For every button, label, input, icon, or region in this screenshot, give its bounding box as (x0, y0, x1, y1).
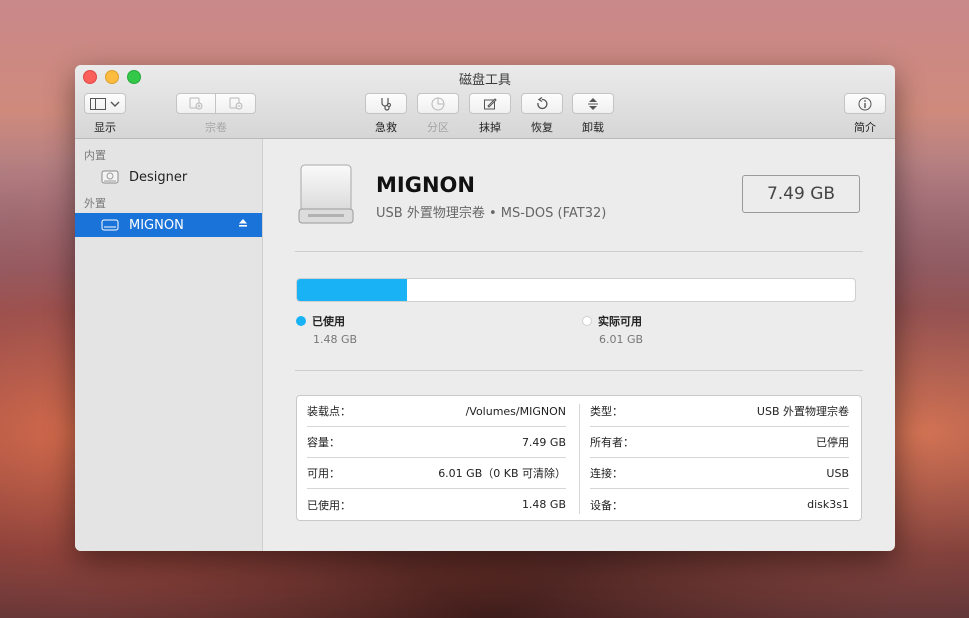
detail-pane: MIGNON USB 外置物理宗卷 • MS-DOS (FAT32) 7.49 … (263, 139, 895, 551)
legend-free-label: 实际可用 (598, 315, 642, 328)
divider (295, 251, 863, 252)
info-row: 可用： 6.01 GB（0 KB 可清除） (307, 458, 566, 489)
restore-group: 恢复 (521, 93, 563, 135)
info-row: 容量： 7.49 GB (307, 427, 566, 458)
stethoscope-icon (381, 97, 391, 111)
info-table: 装载点： /Volumes/MIGNON 容量： 7.49 GB 可用： 6.01 G… (296, 395, 862, 521)
info-key: 设备： (590, 498, 623, 512)
drive-icon (298, 164, 354, 224)
add-volume-icon (189, 97, 203, 110)
usage-bar (296, 278, 856, 302)
unmount-icon (588, 97, 598, 110)
info-value: 1.48 GB (521, 498, 566, 511)
info-value: USB 外置物理宗卷 (756, 405, 849, 418)
sidebar-item-label: Designer (129, 169, 188, 185)
divider (295, 370, 863, 371)
legend-free-value: 6.01 GB (599, 333, 644, 346)
view-label: 显示 (94, 121, 116, 134)
first-aid-group: 急救 (365, 93, 407, 135)
info-row: 已使用： 1.48 GB (307, 489, 566, 520)
legend-used-label: 已使用 (312, 315, 345, 328)
info-value: USB (826, 466, 849, 480)
partition-icon (431, 97, 445, 110)
chevron-down-icon (110, 101, 120, 107)
info-key: 容量： (307, 436, 340, 449)
unmount-button[interactable] (572, 93, 614, 114)
legend-used-value: 1.48 GB (313, 333, 358, 346)
volume-group: 宗卷 (176, 93, 256, 135)
info-value: 7.49 GB (521, 435, 566, 449)
info-row: 所有者： 已停用 (590, 427, 849, 458)
restore-icon (537, 96, 548, 109)
info-key: 类型： (590, 405, 623, 418)
sidebar: 内置 Designer 外置 MIGNON (75, 139, 263, 551)
volume-label: 宗卷 (205, 121, 227, 134)
add-volume-button[interactable] (176, 93, 216, 114)
info-column-left: 装载点： /Volumes/MIGNON 容量： 7.49 GB 可用： 6.01 G… (299, 396, 574, 520)
partition-label: 分区 (427, 121, 449, 134)
info-divider (579, 404, 580, 514)
partition-group: 分区 (417, 93, 459, 135)
disk-utility-window: 磁盘工具 显示 宗卷 急救 分区 抹掉 恢复 卸载 简介 内置 Designer… (75, 65, 895, 551)
view-button[interactable] (84, 93, 126, 114)
free-dot-icon (582, 316, 592, 326)
info-column-right: 类型： USB 外置物理宗卷 所有者： 已停用 连接： USB 设备： disk3s1 (582, 396, 857, 520)
restore-label: 恢复 (531, 121, 553, 134)
info-key: 装载点： (307, 405, 351, 418)
sidebar-item-label: MIGNON (129, 217, 184, 233)
info-label: 简介 (854, 121, 876, 134)
partition-button[interactable] (417, 93, 459, 114)
info-icon (858, 97, 872, 110)
usage-bar-used (297, 279, 407, 301)
eject-icon[interactable] (238, 218, 248, 228)
view-group: 显示 (84, 93, 126, 135)
info-row: 装载点： /Volumes/MIGNON (307, 396, 566, 427)
info-value: /Volumes/MIGNON (465, 404, 566, 418)
legend-free: 实际可用 (582, 313, 642, 329)
info-key: 所有者： (590, 436, 634, 449)
sidebar-item-mignon[interactable]: MIGNON (75, 213, 262, 237)
first-aid-label: 急救 (375, 121, 397, 134)
sidebar-item-designer[interactable]: Designer (75, 165, 262, 189)
info-value: 已停用 (816, 436, 849, 449)
info-key: 已使用： (307, 498, 351, 512)
legend-used: 已使用 (296, 313, 345, 329)
sidebar-header-external: 外置 (84, 197, 106, 210)
info-value: disk3s1 (807, 498, 849, 511)
internal-disk-icon (101, 170, 119, 184)
erase-icon (484, 97, 497, 109)
erase-group: 抹掉 (469, 93, 511, 135)
used-dot-icon (296, 316, 306, 326)
info-key: 连接： (590, 467, 623, 480)
info-group: 简介 (844, 93, 886, 135)
sidebar-icon (90, 97, 106, 110)
remove-volume-icon (229, 97, 242, 110)
unmount-label: 卸载 (582, 121, 604, 134)
info-row: 连接： USB (590, 458, 849, 489)
unmount-group: 卸载 (572, 93, 614, 135)
volume-capacity: 7.49 GB (742, 175, 860, 213)
info-row: 设备： disk3s1 (590, 489, 849, 520)
erase-label: 抹掉 (479, 121, 501, 134)
restore-button[interactable] (521, 93, 563, 114)
sidebar-header-internal: 内置 (84, 149, 106, 162)
first-aid-button[interactable] (365, 93, 407, 114)
info-value: 6.01 GB（0 KB 可清除） (438, 467, 566, 480)
remove-volume-button[interactable] (216, 93, 256, 114)
erase-button[interactable] (469, 93, 511, 114)
volume-name: MIGNON (376, 173, 475, 197)
external-disk-icon (101, 219, 119, 231)
volume-description: USB 外置物理宗卷 • MS-DOS (FAT32) (376, 206, 607, 221)
info-button[interactable] (844, 93, 886, 114)
toolbar: 磁盘工具 显示 宗卷 急救 分区 抹掉 恢复 卸载 简介 (75, 65, 895, 139)
info-key: 可用： (307, 467, 340, 480)
info-row: 类型： USB 外置物理宗卷 (590, 396, 849, 427)
window-title: 磁盘工具 (458, 73, 511, 88)
